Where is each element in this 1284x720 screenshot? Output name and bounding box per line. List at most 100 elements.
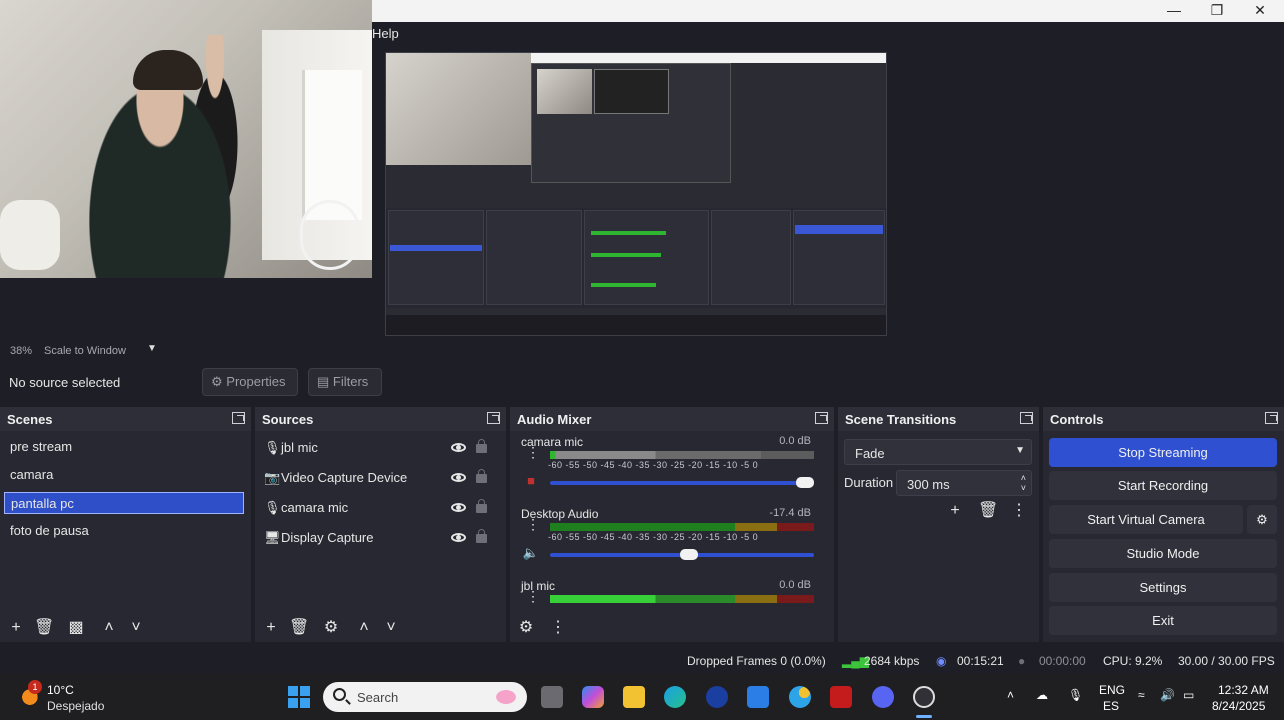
keyboard-region[interactable]: ES [1103,699,1119,713]
scale-mode[interactable]: Scale to Window [44,345,126,357]
add-icon[interactable]: + [6,618,26,638]
edge-icon[interactable] [664,686,686,708]
scene-item[interactable]: foto de pausa [4,520,244,542]
volume-slider-handle[interactable] [796,477,814,488]
dropped-frames: Dropped Frames 0 (0.0%) [687,654,826,668]
move-down-icon[interactable]: ˅ [381,618,401,638]
language[interactable]: ENG [1099,683,1125,697]
menu-bar: Help [372,22,1284,44]
eye-icon[interactable] [451,443,466,452]
volume-icon[interactable]: 🔊 [1160,688,1175,702]
lock-icon[interactable] [476,469,487,483]
lock-icon[interactable] [476,529,487,543]
clock-date[interactable]: 8/24/2025 [1212,699,1265,713]
undock-icon[interactable] [1020,412,1033,424]
maximize-icon[interactable]: ❐ [1195,0,1239,22]
add-icon[interactable]: + [261,618,281,638]
gear-icon[interactable]: ⚙ [321,618,341,638]
trash-icon[interactable]: 🗑 [978,501,998,521]
weather-condition[interactable]: Despejado [47,699,104,713]
scale-dropdown-icon[interactable]: ▼ [147,343,157,354]
minimize-icon[interactable]: — [1152,0,1196,22]
settings-button[interactable]: Settings [1049,573,1277,602]
more-icon[interactable]: ⋮ [526,589,540,603]
battery-icon[interactable]: ▭ [1183,688,1194,702]
lock-icon[interactable] [476,499,487,513]
discord-icon[interactable] [872,686,894,708]
properties-label: Properties [226,374,286,389]
task-view-icon[interactable] [541,686,563,708]
exit-button[interactable]: Exit [1049,606,1277,635]
muted-speaker-icon[interactable]: ■ [522,473,540,489]
weather-app-icon[interactable] [789,686,811,708]
undock-icon[interactable] [487,412,500,424]
properties-button[interactable]: ⚙ Properties [202,368,298,396]
undock-icon[interactable] [815,412,828,424]
move-up-icon[interactable]: ˄ [354,618,374,638]
source-item[interactable]: 🎙 camara mic [261,496,497,520]
file-explorer-icon[interactable] [623,686,645,708]
zoom-level: 38% [10,345,33,357]
eye-icon[interactable] [451,503,466,512]
hp-icon[interactable] [706,686,728,708]
taskbar-search[interactable]: Search [323,682,527,712]
source-label: Video Capture Device [281,470,408,485]
more-icon[interactable]: ⋮ [548,618,568,638]
stop-streaming-button[interactable]: Stop Streaming [1049,438,1277,467]
volume-slider-handle[interactable] [680,549,699,560]
lock-icon[interactable] [476,439,487,453]
trash-icon[interactable]: 🗑 [289,618,309,638]
obs-icon[interactable] [913,686,935,708]
add-icon[interactable]: + [945,501,965,521]
advanced-audio-icon[interactable]: ⚙ [516,618,536,638]
clock-time[interactable]: 12:32 AM [1218,683,1269,697]
mixer-header: Audio Mixer [510,407,834,431]
scene-item[interactable]: pre stream [4,436,244,458]
source-item[interactable]: 🎙 jbl mic [261,436,497,460]
copilot-icon[interactable] [582,686,604,708]
controls-dock: Controls Stop Streaming Start Recording … [1043,407,1284,642]
more-icon[interactable]: ⋮ [526,517,540,531]
duration-spinbox[interactable]: 300 ms ˄ ˅ [896,470,1032,496]
microphone-icon[interactable]: 🎙 [1068,688,1083,702]
more-icon[interactable]: ⋮ [526,445,540,459]
move-up-icon[interactable]: ˄ [99,618,119,638]
eye-icon[interactable] [451,533,466,542]
filter-icon[interactable]: ▩ [66,618,86,638]
undock-icon[interactable] [1265,412,1278,424]
transition-select[interactable]: Fade ▼ [844,439,1032,465]
move-down-icon[interactable]: ˅ [126,618,146,638]
virtual-camera-gear-icon[interactable]: ⚙ [1247,505,1277,534]
chevron-up-icon[interactable]: ˄ [1007,688,1014,702]
temperature[interactable]: 10°C [47,683,74,697]
speaker-icon[interactable]: 🔈 [522,545,540,561]
filters-button[interactable]: ▤ Filters [308,368,382,396]
eye-icon[interactable] [451,473,466,482]
volume-slider[interactable] [550,481,814,485]
transition-value: Fade [855,446,885,461]
more-icon[interactable]: ⋮ [1009,501,1029,521]
menu-help[interactable]: Help [372,26,399,41]
source-item[interactable]: 🖥 Display Capture [261,526,497,550]
mcafee-icon[interactable] [830,686,852,708]
start-recording-button[interactable]: Start Recording [1049,471,1277,500]
preview-dock [486,210,582,305]
start-virtual-camera-button[interactable]: Start Virtual Camera [1049,505,1243,534]
scene-item-selected[interactable]: pantalla pc [4,492,244,514]
fps: 30.00 / 30.00 FPS [1178,654,1275,668]
studio-mode-button[interactable]: Studio Mode [1049,539,1277,568]
spin-arrows-icon[interactable]: ˄ ˅ [1021,473,1026,493]
close-icon[interactable]: ✕ [1238,0,1282,22]
wifi-icon[interactable]: ≈ [1138,688,1145,702]
onedrive-icon[interactable]: ☁ [1036,688,1048,702]
preview-titlebar [531,53,886,63]
trash-icon[interactable]: 🗑 [34,618,54,638]
scene-item[interactable]: camara [4,464,244,486]
windows-start-icon[interactable] [288,686,310,708]
source-item[interactable]: 📷 Video Capture Device [261,466,497,490]
undock-icon[interactable] [232,412,245,424]
stream-time: 00:15:21 [957,654,1004,668]
mixer-channel: Desktop Audio -17.4 dB -60 -55 -50 -45 -… [516,507,816,579]
preview-canvas[interactable] [385,52,887,336]
store-icon[interactable] [747,686,769,708]
